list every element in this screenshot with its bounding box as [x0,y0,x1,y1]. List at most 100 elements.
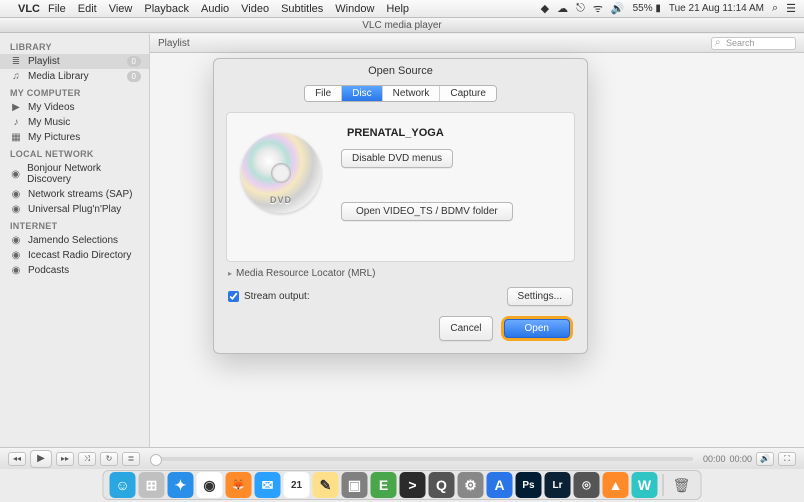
internet-icon: ◉ [10,265,22,276]
player-controls: ◂◂ ▶ ▸▸ ⤨ ↻ ≣ 00:00 00:00 🔊 ⛶ [0,447,804,469]
sidebar-item-playlist[interactable]: ≣ Playlist 0 [0,54,149,69]
menubar-datetime[interactable]: Tue 21 Aug 11:14 AM [669,3,764,14]
dock-appstore-icon[interactable]: A [487,472,513,498]
settings-button[interactable]: Settings... [507,287,573,306]
sidebar-item-icecast[interactable]: ◉ Icecast Radio Directory [0,248,149,263]
dock-activity-icon[interactable]: ⌾ [574,472,600,498]
shuffle-button[interactable]: ⤨ [78,452,96,466]
internet-icon: ◉ [10,250,22,261]
dock-firefox-icon[interactable]: 🦊 [226,472,252,498]
sidebar-section-mycomputer: MY COMPUTER [0,84,149,100]
dock-trash-icon[interactable]: 🗑 [669,472,695,498]
menubar-dropbox-icon[interactable]: ◆ [541,2,549,15]
macos-menubar: VLC File Edit View Playback Audio Video … [0,0,804,18]
sidebar-item-label: My Videos [28,102,75,113]
menu-help[interactable]: Help [386,3,409,15]
sidebar-item-my-videos[interactable]: ▶ My Videos [0,100,149,115]
tab-file[interactable]: File [305,86,342,101]
dock-mail-icon[interactable]: ✉ [255,472,281,498]
cancel-button[interactable]: Cancel [439,316,492,341]
menubar-share-icon[interactable]: ⎋ [576,2,585,15]
menubar-volume-icon[interactable]: 🔊 [611,2,625,15]
open-button[interactable]: Open [504,319,570,338]
sidebar-section-library: LIBRARY [0,38,149,54]
dock-notes-icon[interactable]: ✎ [313,472,339,498]
menu-window[interactable]: Window [335,3,374,15]
menubar-battery[interactable]: 55% ▮ [633,3,661,14]
network-icon: ◉ [10,204,22,215]
dock-finder-icon[interactable]: ☺ [110,472,136,498]
menu-file[interactable]: File [48,3,66,15]
sidebar-section-internet: INTERNET [0,217,149,233]
sidebar-item-label: My Music [28,117,70,128]
menu-playback[interactable]: Playback [144,3,189,15]
next-button[interactable]: ▸▸ [56,452,74,466]
sidebar: LIBRARY ≣ Playlist 0 ♫ Media Library 0 M… [0,34,150,447]
disc-format-label: DVD [270,195,292,205]
dock-evernote-icon[interactable]: E [371,472,397,498]
sidebar-item-podcasts[interactable]: ◉ Podcasts [0,263,149,278]
dock-preview-icon[interactable]: ▣ [342,472,368,498]
sidebar-item-sap[interactable]: ◉ Network streams (SAP) [0,187,149,202]
media-library-icon: ♫ [10,71,22,82]
dock-separator [663,474,664,496]
volume-button[interactable]: 🔊 [756,452,774,466]
sidebar-item-jamendo[interactable]: ◉ Jamendo Selections [0,233,149,248]
sidebar-item-bonjour[interactable]: ◉ Bonjour Network Discovery [0,161,149,187]
search-input[interactable]: Search [711,37,796,50]
media-library-count-badge: 0 [127,71,141,82]
dock-terminal-icon[interactable]: > [400,472,426,498]
mrl-disclosure[interactable]: ▸ Media Resource Locator (MRL) [228,268,573,279]
sidebar-item-my-music[interactable]: ♪ My Music [0,115,149,130]
menubar-list-icon[interactable]: ☰ [786,2,796,15]
tab-disc[interactable]: Disc [342,86,382,101]
app-name[interactable]: VLC [18,3,40,15]
menubar-spotlight-icon[interactable]: ⌕ [772,2,778,15]
fullscreen-button[interactable]: ⛶ [778,452,796,466]
stream-output-checkbox[interactable] [228,291,239,302]
dock-calendar-icon[interactable]: 21 [284,472,310,498]
mrl-label: Media Resource Locator (MRL) [236,268,376,279]
window-title: VLC media player [0,18,804,33]
prev-button[interactable]: ◂◂ [8,452,26,466]
dock-lightroom-icon[interactable]: Lr [545,472,571,498]
open-source-dialog: Open Source File Disc Network Capture DV… [213,58,588,354]
dialog-tabs: File Disc Network Capture [304,85,497,102]
playlist-icon: ≣ [10,56,22,67]
toolbar-tab-playlist[interactable]: Playlist [158,38,190,49]
sidebar-item-label: Icecast Radio Directory [28,250,131,261]
dock-vlc-icon[interactable]: ▲ [603,472,629,498]
sidebar-item-media-library[interactable]: ♫ Media Library 0 [0,69,149,84]
menu-edit[interactable]: Edit [78,3,97,15]
disc-panel: DVD PRENATAL_YOGA Disable DVD menus Open… [226,112,575,262]
menubar-cloud-icon[interactable]: ☁ [557,2,568,15]
dock-photoshop-icon[interactable]: Ps [516,472,542,498]
disc-title: PRENATAL_YOGA [341,127,444,139]
dock-quicktime-icon[interactable]: Q [429,472,455,498]
dock-wondershare-icon[interactable]: W [632,472,658,498]
internet-icon: ◉ [10,235,22,246]
sidebar-item-my-pictures[interactable]: ▦ My Pictures [0,130,149,145]
repeat-button[interactable]: ↻ [100,452,118,466]
open-videots-folder-button[interactable]: Open VIDEO_TS / BDMV folder [341,202,513,221]
playlist-button[interactable]: ≣ [122,452,140,466]
network-icon: ◉ [10,169,21,180]
dock-preferences-icon[interactable]: ⚙ [458,472,484,498]
menu-video[interactable]: Video [241,3,269,15]
sidebar-item-upnp[interactable]: ◉ Universal Plug'n'Play [0,202,149,217]
disable-dvd-menus-button[interactable]: Disable DVD menus [341,149,453,168]
playlist-toolbar: Playlist Search [150,34,804,53]
play-button[interactable]: ▶ [30,450,52,468]
dock-safari-icon[interactable]: ✦ [168,472,194,498]
menu-subtitles[interactable]: Subtitles [281,3,323,15]
seek-slider[interactable] [150,457,693,461]
menubar-wifi-icon[interactable]: ᯤ [593,1,603,16]
menu-audio[interactable]: Audio [201,3,229,15]
menu-view[interactable]: View [109,3,133,15]
dock-chrome-icon[interactable]: ◉ [197,472,223,498]
network-icon: ◉ [10,189,22,200]
dock-launchpad-icon[interactable]: ⊞ [139,472,165,498]
sidebar-section-local-network: LOCAL NETWORK [0,145,149,161]
tab-network[interactable]: Network [383,86,441,101]
tab-capture[interactable]: Capture [440,86,496,101]
